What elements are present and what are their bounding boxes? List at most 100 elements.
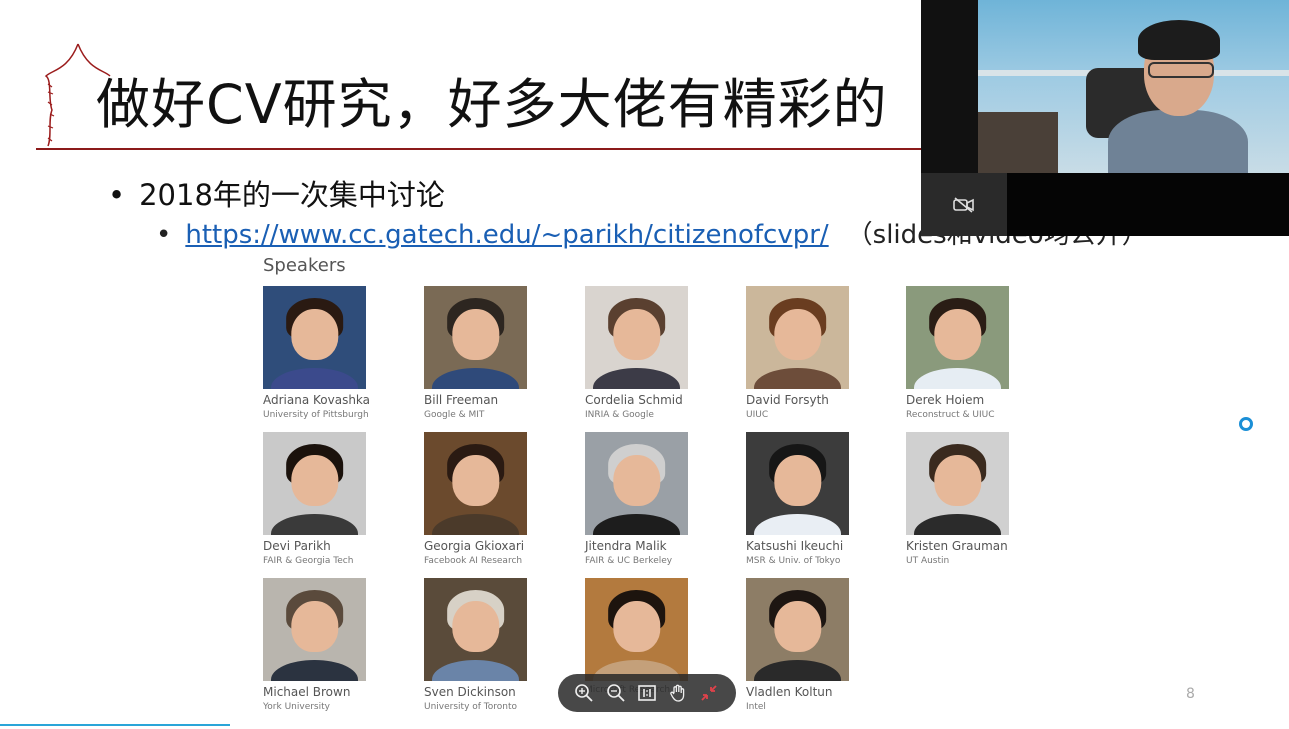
slide-title: 做好CV研究，好多大佬有精彩的: [96, 73, 888, 136]
bullet-item: • 2018年的一次集中讨论: [108, 172, 445, 214]
speaker-card: Adriana Kovashka University of Pittsburgh: [263, 286, 403, 420]
speaker-name: Adriana Kovashka: [263, 393, 371, 407]
speaker-affiliation: FAIR & Georgia Tech: [263, 556, 354, 566]
speaker-photo: [585, 578, 688, 681]
title-divider: [36, 148, 1036, 150]
speaker-head: [773, 308, 822, 361]
speaker-affiliation: Intel: [746, 702, 766, 712]
presenter-glasses: [1148, 62, 1214, 78]
speaker-card: Vladlen Koltun Intel: [746, 578, 886, 712]
speaker-shoulders: [271, 514, 358, 535]
citizenofcvpr-link[interactable]: https://www.cc.gatech.edu/~parikh/citize…: [185, 220, 828, 250]
speaker-photo: [263, 578, 366, 681]
speaker-affiliation: University of Toronto: [424, 702, 518, 712]
speaker-photo: [424, 432, 527, 535]
speaker-shoulders: [914, 368, 1001, 389]
speaker-card: Derek Hoiem Reconstruct & UIUC: [906, 286, 1046, 420]
speakers-heading: Speakers: [263, 255, 346, 276]
speaker-name: Sven Dickinson: [424, 685, 516, 699]
speaker-head: [451, 308, 500, 361]
speaker-photo: [906, 432, 1009, 535]
speaker-name: Derek Hoiem: [906, 393, 985, 407]
speaker-name: David Forsyth: [746, 393, 829, 407]
pointer-cursor-icon: [1239, 417, 1253, 431]
actual-size-icon[interactable]: [637, 683, 657, 703]
camera-off-tile[interactable]: [921, 173, 1007, 236]
presenter-body: [1108, 110, 1248, 173]
speaker-affiliation: UT Austin: [906, 556, 950, 566]
speaker-shoulders: [271, 368, 358, 389]
speaker-head: [451, 454, 500, 507]
speaker-affiliation: Facebook AI Research: [424, 556, 523, 566]
speaker-head: [773, 600, 822, 653]
zoom-out-icon[interactable]: [606, 683, 626, 703]
speaker-photo: [424, 286, 527, 389]
speaker-head: [612, 308, 661, 361]
speaker-shoulders: [754, 514, 841, 535]
bullet-dot: •: [108, 178, 126, 212]
video-call-overlay[interactable]: [921, 0, 1289, 236]
speaker-name: Vladlen Koltun: [746, 685, 833, 699]
speaker-head: [933, 308, 982, 361]
webcam-feed: [978, 0, 1289, 173]
speaker-head: [290, 600, 339, 653]
speaker-name: Georgia Gkioxari: [424, 539, 525, 553]
speaker-photo: [585, 286, 688, 389]
speaker-card: Devi Parikh FAIR & Georgia Tech: [263, 432, 403, 566]
speaker-card: Cordelia Schmid INRIA & Google: [585, 286, 725, 420]
speaker-photo: [585, 432, 688, 535]
exit-fullscreen-icon[interactable]: [699, 683, 719, 703]
speaker-name: Bill Freeman: [424, 393, 499, 407]
page-number: 8: [1186, 686, 1195, 702]
speaker-card: David Forsyth UIUC: [746, 286, 886, 420]
speaker-affiliation: UIUC: [746, 410, 769, 420]
speaker-affiliation: University of Pittsburgh: [263, 410, 369, 420]
progress-line: [0, 724, 230, 726]
zoom-in-icon[interactable]: [574, 683, 594, 703]
bullet-text: 2018年的一次集中讨论: [139, 178, 445, 212]
speaker-shoulders: [593, 368, 680, 389]
speaker-head: [290, 308, 339, 361]
speaker-affiliation: Google & MIT: [424, 410, 485, 420]
speaker-card: Sven Dickinson University of Toronto: [424, 578, 564, 712]
speaker-shoulders: [432, 368, 519, 389]
speaker-name: Katsushi Ikeuchi: [746, 539, 844, 553]
speaker-shoulders: [432, 660, 519, 681]
speaker-photo: [746, 432, 849, 535]
speaker-shoulders: [271, 660, 358, 681]
speaker-affiliation: Reconstruct & UIUC: [906, 410, 995, 420]
bullet-dot: •: [156, 220, 172, 250]
speaker-name: Cordelia Schmid: [585, 393, 683, 407]
speaker-head: [612, 454, 661, 507]
pan-hand-icon[interactable]: [668, 683, 688, 703]
speaker-shoulders: [754, 660, 841, 681]
speaker-name: Jitendra Malik: [585, 539, 667, 553]
presenter-hair: [1138, 20, 1220, 60]
speaker-photo: [746, 578, 849, 681]
speaker-card: Bill Freeman Google & MIT: [424, 286, 564, 420]
speaker-head: [933, 454, 982, 507]
speaker-card: Georgia Gkioxari Facebook AI Research: [424, 432, 564, 566]
speaker-shoulders: [432, 514, 519, 535]
speaker-card: Kristen Grauman UT Austin: [906, 432, 1046, 566]
video-off-icon: [953, 197, 974, 213]
speaker-photo: [424, 578, 527, 681]
speaker-head: [773, 454, 822, 507]
desk: [978, 112, 1058, 173]
speaker-head: [451, 600, 500, 653]
speaker-name: Michael Brown: [263, 685, 351, 699]
zoom-toolbar: [558, 674, 736, 712]
speaker-affiliation: FAIR & UC Berkeley: [585, 556, 673, 566]
speaker-head: [290, 454, 339, 507]
speaker-shoulders: [593, 514, 680, 535]
speaker-affiliation: York University: [263, 702, 330, 712]
speaker-name: Kristen Grauman: [906, 539, 1008, 553]
speaker-affiliation: INRIA & Google: [585, 410, 654, 420]
speaker-card: Katsushi Ikeuchi MSR & Univ. of Tokyo: [746, 432, 886, 566]
speaker-photo: [906, 286, 1009, 389]
speaker-affiliation: MSR & Univ. of Tokyo: [746, 556, 841, 566]
video-filler: [1007, 173, 1289, 236]
speaker-head: [612, 600, 661, 653]
speaker-shoulders: [754, 368, 841, 389]
speaker-card: Jitendra Malik FAIR & UC Berkeley: [585, 432, 725, 566]
